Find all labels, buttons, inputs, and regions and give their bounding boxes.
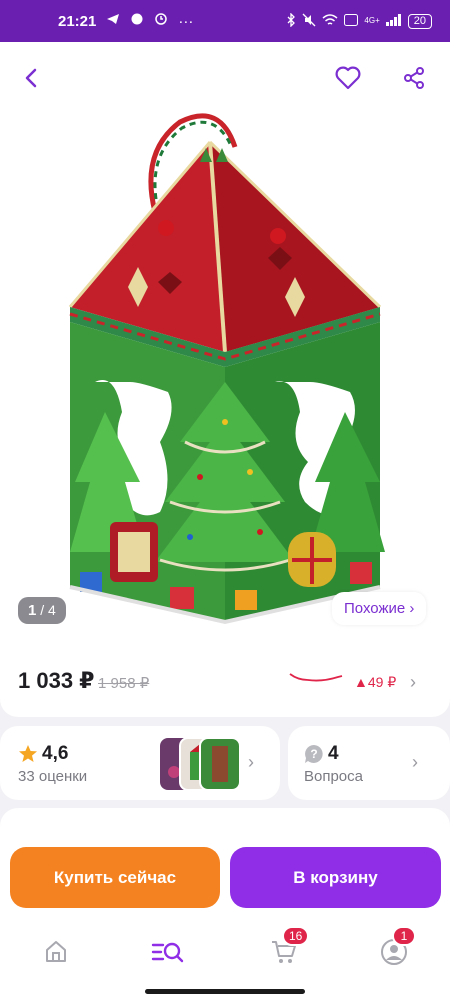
catalog-search-icon [151, 942, 184, 963]
chevron-left-icon [25, 68, 37, 88]
nav-home[interactable] [38, 934, 74, 970]
share-icon [404, 67, 424, 89]
questions-label: Вопроса [304, 768, 363, 785]
alarm-icon [154, 12, 168, 30]
chevron-right-icon: › [412, 752, 418, 772]
share-button[interactable] [396, 60, 432, 96]
add-to-cart-button[interactable]: В корзину [230, 847, 441, 908]
chevron-right-icon: › [410, 672, 416, 692]
profile-badge: 1 [392, 926, 416, 946]
questions-count: 4 [328, 743, 339, 764]
cart-badge: 16 [282, 926, 310, 946]
questions-card[interactable]: ? 4 Вопроса › [288, 726, 450, 800]
price-card[interactable]: 1 033 ₽ 1 958 ₽ ▲49 ₽ › [0, 642, 450, 717]
chat-icon [130, 12, 144, 30]
nav-catalog[interactable] [150, 934, 186, 970]
status-time: 21:21 [58, 12, 97, 30]
product-gallery[interactable]: 1 / 4 Похожие › [0, 42, 450, 642]
image-counter-current: 1 [28, 602, 37, 619]
signal-icon [385, 13, 402, 29]
mute-icon [302, 13, 316, 30]
similar-button[interactable]: Похожие › [332, 592, 427, 625]
nav-profile[interactable]: 1 [376, 926, 416, 970]
old-price: 1 958 ₽ [98, 675, 150, 692]
battery-icon: 20 [407, 13, 432, 29]
chevron-right-icon: › [248, 752, 254, 772]
rating-card[interactable]: 4,6 33 оценки › [0, 726, 280, 800]
star-icon [19, 745, 37, 762]
wifi-icon [322, 13, 338, 30]
home-icon [46, 941, 66, 962]
current-price: 1 033 ₽ [18, 668, 95, 693]
image-counter-total: / 4 [40, 602, 56, 618]
back-button[interactable] [14, 60, 50, 96]
review-photos-thumbnails[interactable] [160, 738, 240, 790]
more-icon: ··· [178, 12, 194, 30]
product-image [68, 113, 385, 625]
network-type: 4G+ [364, 16, 380, 25]
nav-cart[interactable]: 16 [266, 926, 310, 970]
question-bubble-icon: ? [305, 745, 323, 763]
volte-icon [344, 13, 359, 29]
buy-now-button[interactable]: Купить сейчас [10, 847, 220, 908]
image-counter: 1 / 4 [18, 597, 66, 624]
bottom-navigation: 16 1 [0, 918, 450, 1000]
bluetooth-icon [286, 11, 296, 30]
price-trend-icon [289, 673, 343, 682]
rating-count: 33 оценки [18, 768, 88, 785]
svg-text:?: ? [310, 747, 317, 761]
rating-value: 4,6 [42, 743, 69, 764]
home-indicator [145, 989, 305, 994]
status-bar: 21:21 ··· 4G+ 20 [0, 0, 450, 42]
telegram-icon [106, 12, 120, 30]
price-delta: ▲49 ₽ [354, 674, 397, 690]
